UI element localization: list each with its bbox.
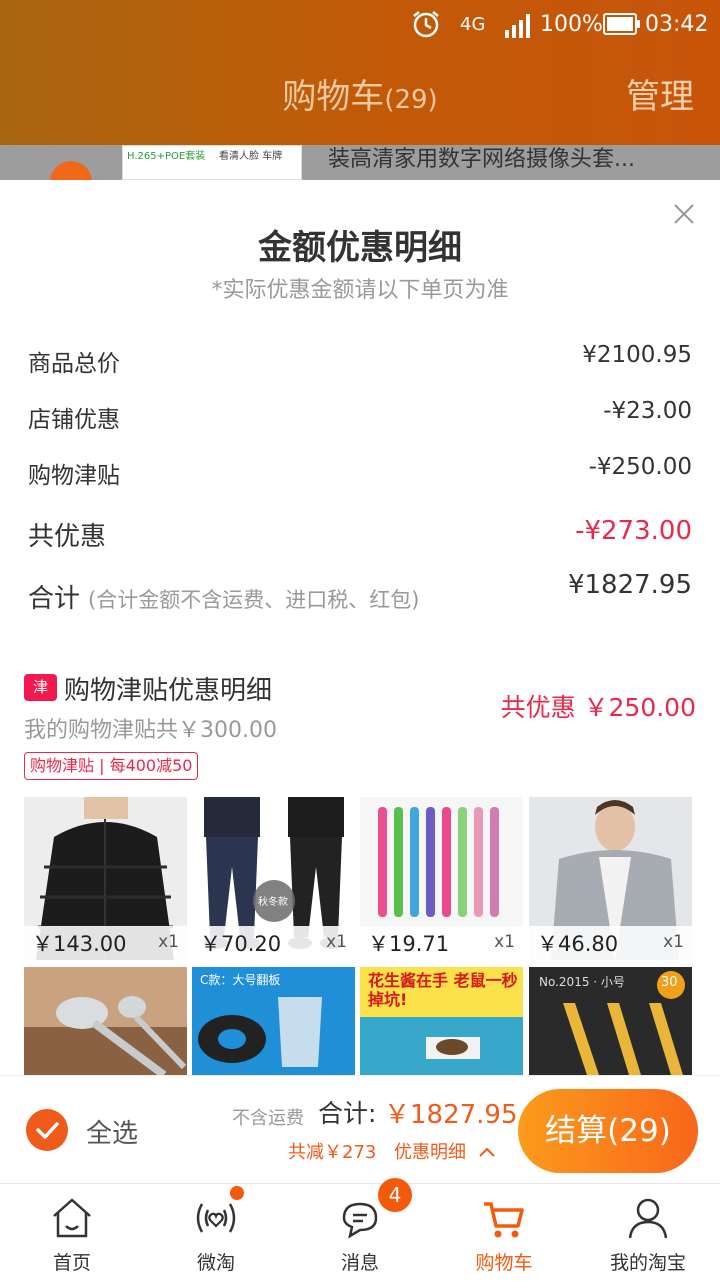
jintie-title: 购物津贴优惠明细 — [64, 676, 273, 706]
product-card[interactable]: ￥19.71 x1 — [360, 797, 523, 960]
product-card[interactable]: ￥46.80 x1 — [529, 797, 692, 960]
total-value: ¥1827.95 — [567, 570, 692, 600]
app-header: 4G 100% 03:42 购物车(29) 管理 — [0, 0, 720, 145]
tab-messages[interactable]: 4 消息 — [288, 1178, 432, 1281]
notification-dot — [230, 1186, 244, 1200]
checkout-bar: 全选 不含运费 合计: ￥1827.95 共减￥273 优惠明细 结算(29) — [0, 1075, 720, 1183]
jintie-saved: 共优惠 ￥250.00 — [500, 693, 696, 722]
discount-detail-label: 优惠明细 — [394, 1142, 466, 1163]
tab-profile[interactable]: 我的淘宝 — [576, 1184, 720, 1281]
chevron-up-icon — [479, 1147, 495, 1157]
product-overlay-text: 秋冬款 — [258, 897, 288, 908]
excluding-shipping-note: 不含运费 — [232, 1108, 304, 1129]
jintie-icon: 津 — [24, 674, 57, 701]
sum-value: ￥1827.95 — [384, 1100, 518, 1130]
product-card[interactable]: 秋冬款 ￥70.20 x1 — [192, 797, 355, 960]
total-row: 合计 (合计金额不含运费、进口税、红包) — [28, 578, 419, 615]
product-image — [24, 967, 187, 1075]
product-price: ￥70.20 — [200, 932, 282, 956]
row-value: -¥250.00 — [588, 454, 692, 480]
thumb-tag: 看清人脸 车牌 — [219, 151, 283, 162]
product-card[interactable]: No.2015 · 小号 30 — [529, 967, 692, 1075]
tab-label: 购物车 — [475, 1252, 533, 1274]
total-discount-value: -¥273.00 — [575, 516, 692, 546]
clock: 03:42 — [645, 12, 709, 37]
total-label: 合计 — [28, 584, 81, 614]
message-icon — [342, 1202, 378, 1239]
product-price: ￥19.71 — [368, 932, 450, 956]
discount-detail-toggle[interactable]: 优惠明细 — [394, 1138, 496, 1164]
product-price: ￥46.80 — [537, 932, 619, 956]
discount-detail-sheet: 金额优惠明细 *实际优惠金额请以下单页为准 商品总价 ¥2100.95 店铺优惠… — [0, 180, 720, 1075]
product-qty: x1 — [494, 932, 515, 952]
profile-icon — [628, 1198, 668, 1239]
jintie-rule-tag: 购物津贴 | 每400减50 — [24, 752, 199, 780]
product-qty: x1 — [326, 932, 347, 952]
weitao-icon — [196, 1203, 236, 1233]
product-card[interactable]: C款：大号翻板 — [192, 967, 355, 1075]
sheet-title: 金额优惠明细 — [258, 228, 462, 268]
price-bar: ￥70.20 x1 — [192, 926, 355, 960]
product-qty: x1 — [663, 932, 684, 952]
total-note: (合计金额不含运费、进口税、红包) — [88, 588, 420, 612]
page-title-text: 购物车 — [282, 77, 385, 117]
product-title: 装高清家用数字网络摄像头套... — [328, 147, 635, 172]
thumb-tag: H.265+POE套装 — [127, 151, 206, 162]
battery-icon — [603, 13, 640, 35]
product-price: ￥143.00 — [32, 932, 127, 956]
total-reduction: 共减￥273 — [288, 1142, 377, 1163]
select-all-label[interactable]: 全选 — [86, 1113, 138, 1150]
battery-percent: 100% — [540, 12, 603, 37]
sum-label: 合计: — [318, 1099, 377, 1128]
network-type: 4G — [460, 14, 486, 35]
home-icon — [53, 1198, 91, 1238]
tab-bar: 首页 微淘 4 消息 购物车 我的淘宝 — [0, 1178, 720, 1281]
product-badge: 30 — [661, 975, 678, 990]
alarm-icon — [413, 11, 439, 38]
price-bar: ￥46.80 x1 — [529, 926, 692, 960]
row-value: ¥2100.95 — [582, 342, 692, 368]
total-discount-label: 共优惠 — [28, 522, 107, 552]
row-value: -¥23.00 — [603, 398, 692, 424]
tab-weitao[interactable]: 微淘 — [144, 1184, 288, 1281]
row-label: 店铺优惠 — [28, 407, 120, 433]
page-title: 购物车(29) — [0, 72, 720, 125]
row-label: 商品总价 — [28, 351, 120, 377]
tab-cart[interactable]: 购物车 — [432, 1184, 576, 1281]
select-all-checkbox[interactable] — [26, 1109, 68, 1151]
product-qty: x1 — [158, 932, 179, 952]
tab-label: 我的淘宝 — [609, 1252, 686, 1274]
jintie-subtitle: 我的购物津贴共￥300.00 — [24, 718, 277, 743]
cart-icon — [484, 1202, 524, 1238]
signal-icon — [505, 14, 530, 38]
price-bar: ￥19.71 x1 — [360, 926, 523, 960]
manage-button[interactable]: 管理 — [626, 72, 694, 122]
sheet-subtitle: *实际优惠金额请以下单页为准 — [211, 278, 509, 303]
tab-home[interactable]: 首页 — [0, 1184, 144, 1281]
row-label: 购物津贴 — [28, 463, 120, 489]
tab-label: 微淘 — [196, 1252, 235, 1274]
product-overlay-text: No.2015 · 小号 — [539, 975, 625, 989]
product-thumbnail: H.265+POE套装 看清人脸 车牌 — [122, 145, 302, 180]
product-card[interactable]: 花生酱在手 老鼠一秒掉坑! — [360, 967, 523, 1075]
cart-count: (29) — [384, 85, 438, 115]
tab-label: 首页 — [52, 1252, 91, 1274]
check-icon — [36, 1122, 59, 1139]
tab-label: 消息 — [340, 1252, 379, 1274]
price-bar: ￥143.00 x1 — [24, 926, 187, 960]
checkout-button[interactable]: 结算(29) — [518, 1089, 698, 1173]
product-card[interactable]: ￥143.00 x1 — [24, 797, 187, 960]
product-overlay-text: C款：大号翻板 — [200, 973, 281, 987]
product-card[interactable] — [24, 967, 187, 1075]
product-overlay-text: 花生酱在手 老鼠一秒掉坑! — [368, 971, 518, 1009]
item-badge — [50, 161, 92, 180]
cart-item-peek: H.265+POE套装 看清人脸 车牌 装高清家用数字网络摄像头套... — [0, 145, 720, 180]
message-badge: 4 — [378, 1178, 412, 1212]
